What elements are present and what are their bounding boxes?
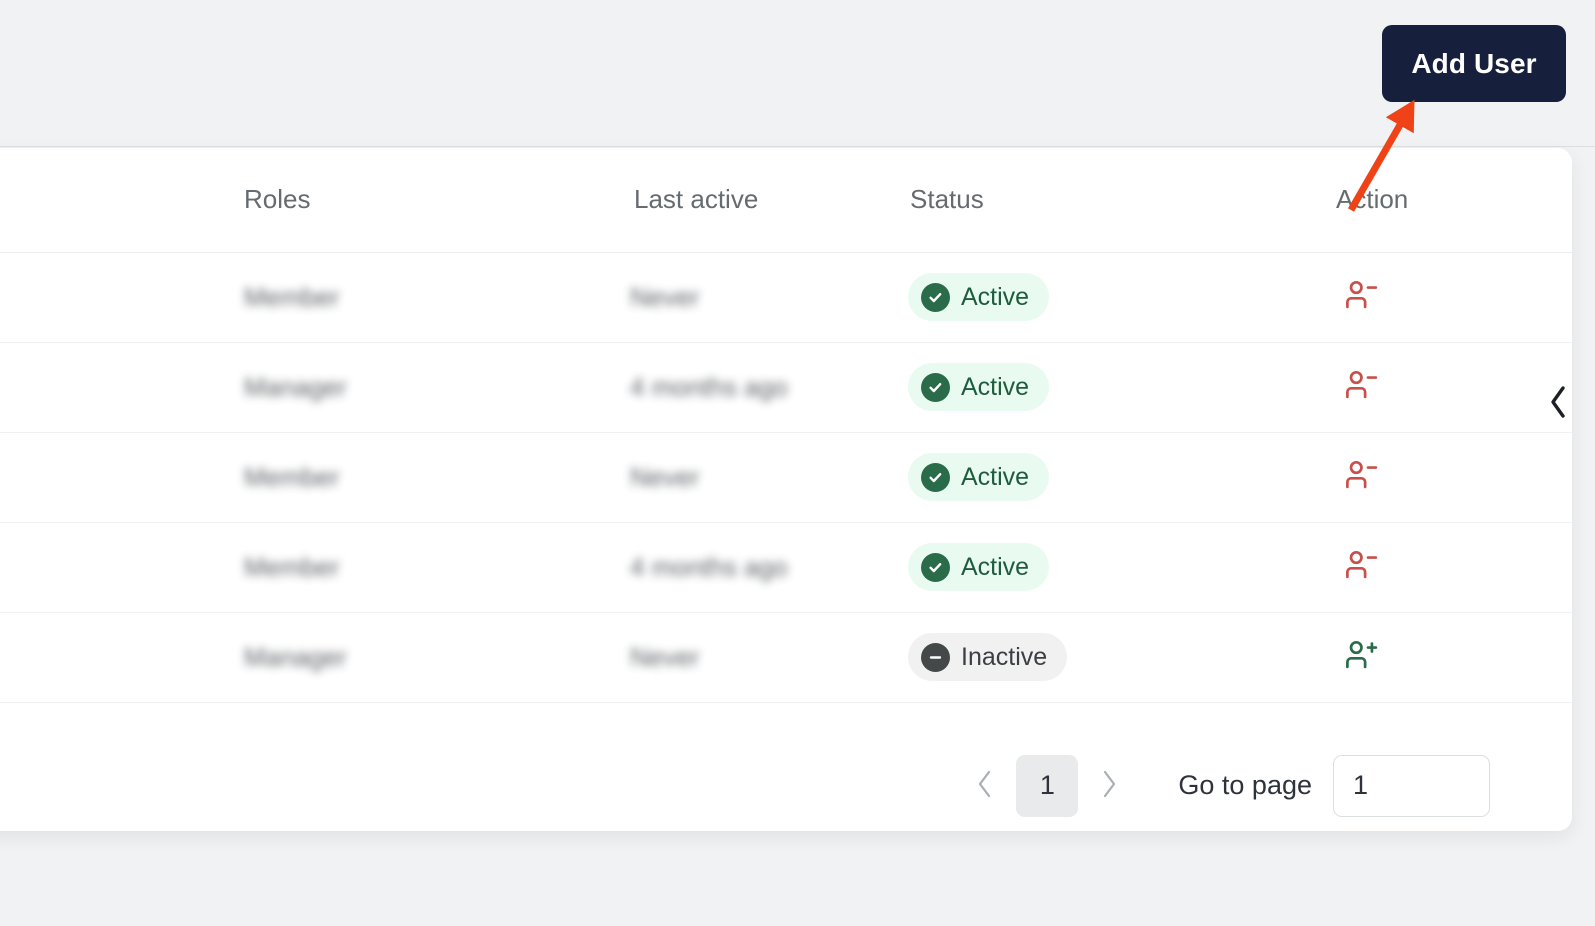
add-user-button[interactable]: Add User bbox=[1382, 25, 1566, 102]
pagination-next-button[interactable] bbox=[1086, 763, 1132, 809]
cell-status: Active bbox=[908, 342, 1188, 432]
go-to-page-label: Go to page bbox=[1178, 770, 1312, 801]
last-active-value: Never bbox=[630, 282, 699, 313]
minus-circle-icon bbox=[921, 643, 950, 672]
check-circle-icon bbox=[921, 463, 950, 492]
cell-roles: Manager bbox=[0, 342, 630, 432]
cell-roles: Member bbox=[0, 252, 630, 342]
chevron-left-icon bbox=[1549, 385, 1569, 422]
roles-value: Member bbox=[244, 462, 339, 493]
status-badge: Active bbox=[908, 453, 1049, 501]
table-header: Roles Last active Status Action bbox=[0, 148, 1572, 252]
person-minus-icon bbox=[1342, 366, 1380, 407]
check-circle-icon bbox=[921, 553, 950, 582]
roles-value: Manager bbox=[244, 372, 347, 403]
pagination-previous-button[interactable] bbox=[962, 763, 1008, 809]
last-active-value: Never bbox=[630, 462, 699, 493]
table-row: Member Never Active bbox=[0, 252, 1572, 342]
cell-action bbox=[1188, 342, 1572, 432]
cell-last-active: 4 months ago bbox=[630, 342, 908, 432]
table-row: Member 4 months ago Active bbox=[0, 522, 1572, 612]
remove-user-button[interactable] bbox=[1338, 543, 1384, 589]
person-minus-icon bbox=[1342, 276, 1380, 317]
table-row: Manager Never Inactive bbox=[0, 612, 1572, 702]
remove-user-button[interactable] bbox=[1338, 273, 1384, 319]
cell-roles: Member bbox=[0, 432, 630, 522]
remove-user-button[interactable] bbox=[1338, 453, 1384, 499]
table-row: Manager 4 months ago Active bbox=[0, 342, 1572, 432]
check-circle-icon bbox=[921, 373, 950, 402]
status-badge: Active bbox=[908, 273, 1049, 321]
chevron-right-icon bbox=[1099, 768, 1119, 803]
add-user-row-button[interactable] bbox=[1338, 633, 1384, 679]
cell-last-active: Never bbox=[630, 252, 908, 342]
status-label: Active bbox=[961, 463, 1029, 492]
person-minus-icon bbox=[1342, 456, 1380, 497]
cell-last-active: 4 months ago bbox=[630, 522, 908, 612]
column-header-last-active: Last active bbox=[630, 148, 908, 252]
status-badge: Active bbox=[908, 363, 1049, 411]
column-header-action: Action bbox=[1188, 148, 1572, 252]
cell-last-active: Never bbox=[630, 612, 908, 702]
cell-roles: Manager bbox=[0, 612, 630, 702]
person-plus-icon bbox=[1342, 636, 1380, 677]
cell-status: Active bbox=[908, 522, 1188, 612]
top-toolbar: Add User bbox=[0, 0, 1595, 147]
table-row: Member Never Active bbox=[0, 432, 1572, 522]
go-to-page-input[interactable] bbox=[1333, 755, 1490, 817]
page-root: Add User Roles Last active Status Action… bbox=[0, 0, 1595, 926]
cell-action bbox=[1188, 252, 1572, 342]
chevron-left-icon bbox=[975, 768, 995, 803]
column-header-status: Status bbox=[908, 148, 1188, 252]
person-minus-icon bbox=[1342, 546, 1380, 587]
status-badge: Inactive bbox=[908, 633, 1067, 681]
status-label: Active bbox=[961, 373, 1029, 402]
table-header-row: Roles Last active Status Action bbox=[0, 148, 1572, 252]
last-active-value: 4 months ago bbox=[630, 552, 788, 583]
roles-value: Member bbox=[244, 552, 339, 583]
last-active-value: 4 months ago bbox=[630, 372, 788, 403]
cell-last-active: Never bbox=[630, 432, 908, 522]
cell-status: Active bbox=[908, 252, 1188, 342]
cell-action bbox=[1188, 522, 1572, 612]
roles-value: Member bbox=[244, 282, 339, 313]
pagination-bar: 1 Go to page bbox=[0, 740, 1572, 831]
last-active-value: Never bbox=[630, 642, 699, 673]
cell-action bbox=[1188, 432, 1572, 522]
cell-status: Inactive bbox=[908, 612, 1188, 702]
status-label: Active bbox=[961, 283, 1029, 312]
column-header-roles: Roles bbox=[0, 148, 630, 252]
panel-collapse-button[interactable] bbox=[1546, 383, 1572, 423]
status-label: Active bbox=[961, 553, 1029, 582]
remove-user-button[interactable] bbox=[1338, 363, 1384, 409]
status-badge: Active bbox=[908, 543, 1049, 591]
check-circle-icon bbox=[921, 283, 950, 312]
cell-action bbox=[1188, 612, 1572, 702]
users-table: Roles Last active Status Action Member Ne… bbox=[0, 148, 1572, 703]
cell-roles: Member bbox=[0, 522, 630, 612]
roles-value: Manager bbox=[244, 642, 347, 673]
pagination-page-1-button[interactable]: 1 bbox=[1016, 755, 1078, 817]
users-table-card: Roles Last active Status Action Member Ne… bbox=[0, 148, 1572, 831]
table-body: Member Never Active Manager 4 months ago Acti… bbox=[0, 252, 1572, 702]
status-label: Inactive bbox=[961, 643, 1047, 672]
cell-status: Active bbox=[908, 432, 1188, 522]
